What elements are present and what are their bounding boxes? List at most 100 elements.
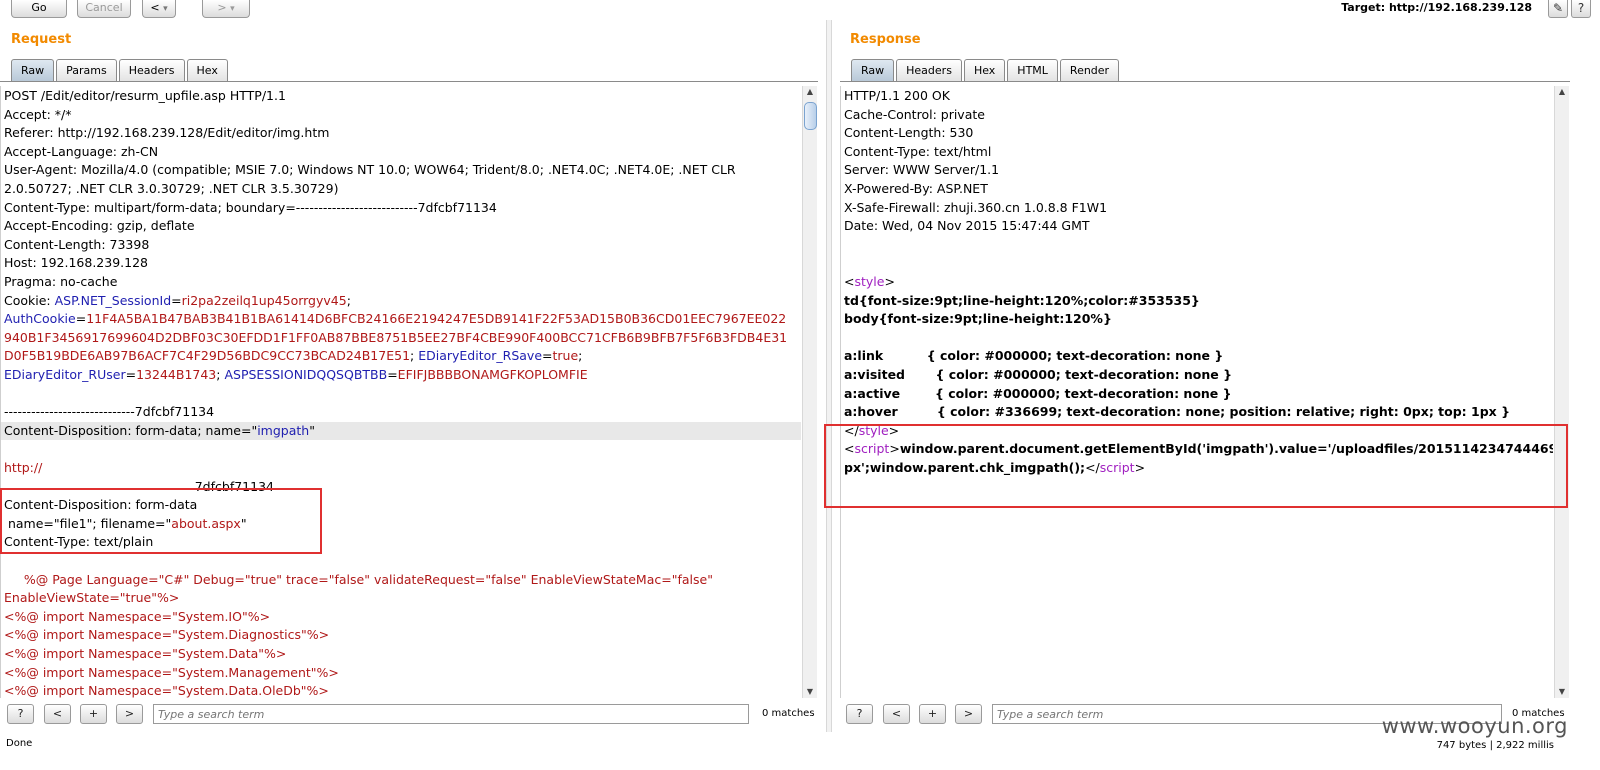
request-tab-headers[interactable]: Headers (118, 59, 185, 81)
request-token: Cookie: (4, 292, 55, 308)
response-tab-hex[interactable]: Hex (963, 59, 1006, 81)
request-title: Request (11, 32, 72, 47)
request-line: -----------------------------7dfcbf71134 (4, 403, 214, 422)
request-scrollbar[interactable]: ▲ ▼ (802, 86, 817, 698)
request-token: <%@ import Namespace="System.IO"%> (4, 608, 271, 624)
response-line: HTTP/1.1 200 OK (844, 87, 950, 106)
response-stats: 747 bytes | 2,922 millis (1436, 740, 1554, 751)
response-token: < (844, 274, 855, 289)
request-search-help-button[interactable]: ? (7, 704, 34, 724)
split-pane-divider[interactable] (826, 20, 832, 732)
forward-button[interactable]: > ▾ (202, 0, 250, 18)
request-line: EDiaryEditor_RUser=13244B1743; ASPSESSIO… (4, 366, 588, 385)
response-line: <style> (844, 273, 895, 292)
request-token: 940B1F3456917699604D2DBF03C30EFDD1F1FF0A… (4, 329, 788, 345)
request-search-add-button[interactable]: + (80, 704, 107, 724)
back-arrow-icon: < (150, 1, 160, 14)
response-title: Response (850, 32, 921, 47)
request-highlight-box (0, 488, 322, 554)
request-line: EnableViewState="true"%> (4, 589, 179, 608)
pencil-icon: ✎ (1552, 1, 1564, 15)
request-tab-raw[interactable]: Raw (11, 59, 55, 81)
response-tab-render[interactable]: Render (1059, 59, 1120, 81)
request-tab-underline (0, 81, 818, 82)
request-line: 2.0.50727; .NET CLR 3.0.30729; .NET CLR … (4, 180, 338, 199)
response-tab-headers[interactable]: Headers (896, 59, 962, 81)
scroll-down-icon[interactable]: ▼ (1555, 686, 1569, 698)
request-token: = (387, 367, 398, 382)
request-token: ; (578, 348, 583, 364)
scroll-up-icon[interactable]: ▲ (803, 86, 817, 98)
go-button[interactable]: Go (11, 0, 67, 18)
edit-target-button[interactable]: ✎ (1548, 0, 1568, 18)
request-token: ASPSESSIONIDQQSQBTBB (224, 367, 388, 382)
help-button[interactable]: ? (1571, 0, 1591, 18)
request-token: " (309, 422, 315, 438)
response-search-prev-button[interactable]: < (883, 704, 910, 724)
request-token: 13244B1743 (136, 367, 217, 382)
response-search-next-button[interactable]: > (955, 704, 982, 724)
response-token: a:hover { color: #336699; text-decoratio… (844, 404, 1510, 420)
request-line: Cookie: ASP.NET_SessionId=ri2pa2zeilq1up… (4, 292, 351, 311)
response-line: body{font-size:9pt;line-height:120%} (844, 310, 1112, 329)
response-tab-raw[interactable]: Raw (851, 59, 895, 81)
response-line: a:link { color: #000000; text-decoration… (844, 347, 1223, 366)
request-tab-hex[interactable]: Hex (186, 59, 228, 81)
response-highlight-box (824, 424, 1568, 508)
request-token: %@ Page Language="C#" Debug="true" trace… (4, 571, 713, 587)
back-button[interactable]: < ▾ (142, 0, 176, 18)
request-line: D0F5B19BDE6AB97B6ACF7C4F29D56BDC9CC73BCA… (4, 347, 582, 366)
response-token: Date: Wed, 04 Nov 2015 15:47:44 GMT (844, 218, 1090, 234)
request-token: Content-Length: 73398 (4, 236, 150, 252)
request-token: Accept: */* (4, 106, 72, 122)
request-token: -----------------------------7dfcbf71134 (4, 404, 215, 420)
request-line: 940B1F3456917699604D2DBF03C30EFDD1F1FF0A… (4, 329, 787, 348)
request-token: <%@ import Namespace="System.Data.OleDb"… (4, 683, 329, 698)
request-token: ASP.NET_SessionId (54, 292, 172, 308)
request-tabs: Raw Params Headers Hex (11, 59, 230, 81)
request-line: %@ Page Language="C#" Debug="true" trace… (4, 571, 713, 590)
request-token: Content-Disposition: form-data; name=" (4, 422, 258, 438)
back-dropdown-icon: ▾ (163, 4, 168, 14)
response-token: a:active { color: #000000; text-decorati… (844, 385, 1232, 401)
request-line: Content-Disposition: form-data; name="im… (4, 422, 315, 441)
cancel-button[interactable]: Cancel (77, 0, 131, 18)
response-search-help-button[interactable]: ? (846, 704, 873, 724)
target-label[interactable]: Target: http://192.168.239.128 (1341, 1, 1532, 14)
request-token: true (552, 348, 579, 364)
request-line: <%@ import Namespace="System.IO"%> (4, 608, 270, 627)
response-token: X-Powered-By: ASP.NET (844, 181, 988, 196)
request-token: <%@ import Namespace="System.Management"… (4, 664, 339, 680)
request-line: Referer: http://192.168.239.128/Edit/edi… (4, 124, 329, 143)
request-matches-count: 0 matches (762, 708, 815, 719)
request-token: AuthCookie (4, 311, 76, 327)
request-line: POST /Edit/editor/resurm_upfile.asp HTTP… (4, 87, 286, 106)
response-token: Cache-Control: private (844, 106, 985, 122)
request-line: <%@ import Namespace="System.Management"… (4, 664, 339, 683)
response-token: X-Safe-Firewall: zhuji.360.cn 1.0.8.8 F1… (844, 199, 1108, 215)
request-editor[interactable]: POST /Edit/editor/resurm_upfile.asp HTTP… (0, 86, 801, 698)
response-line: X-Powered-By: ASP.NET (844, 180, 988, 199)
response-search-add-button[interactable]: + (919, 704, 946, 724)
request-tab-params[interactable]: Params (56, 59, 117, 81)
response-line: td{font-size:9pt;line-height:120%;color:… (844, 292, 1200, 311)
response-editor[interactable]: HTTP/1.1 200 OK Cache-Control: private Con… (840, 86, 1553, 698)
help-icon: ? (1577, 1, 1585, 15)
response-token: a:visited { color: #000000; text-decorat… (844, 367, 1233, 382)
request-search-next-button[interactable]: > (116, 704, 143, 724)
request-line: Accept-Encoding: gzip, deflate (4, 217, 195, 236)
response-line: a:visited { color: #000000; text-decorat… (844, 366, 1232, 385)
request-search-prev-button[interactable]: < (44, 704, 71, 724)
request-line: Content-Length: 73398 (4, 236, 149, 255)
request-line: Content-Type: multipart/form-data; bound… (4, 199, 497, 218)
scroll-down-icon[interactable]: ▼ (803, 686, 817, 698)
request-token: EnableViewState="true"%> (4, 590, 180, 606)
response-scrollbar[interactable]: ▲ ▼ (1554, 86, 1569, 698)
scroll-thumb[interactable] (804, 102, 817, 130)
request-line: <%@ import Namespace="System.Data"%> (4, 645, 286, 664)
response-token: > (884, 274, 895, 289)
response-line: a:hover { color: #336699; text-decoratio… (844, 403, 1510, 422)
response-tab-html[interactable]: HTML (1007, 59, 1058, 81)
request-search-input[interactable] (153, 704, 749, 724)
scroll-up-icon[interactable]: ▲ (1555, 86, 1569, 98)
